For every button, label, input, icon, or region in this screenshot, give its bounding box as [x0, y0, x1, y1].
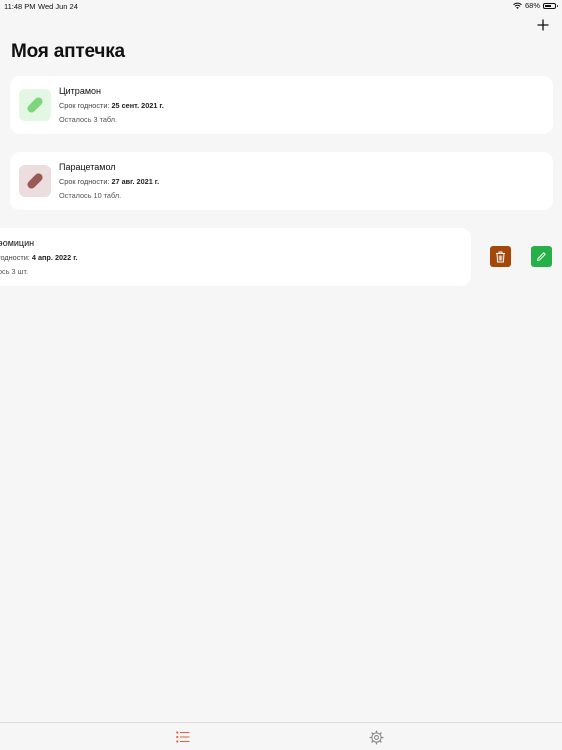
medicine-remaining: Осталось 3 табл.	[59, 115, 118, 124]
plus-icon	[537, 19, 549, 31]
status-date: Wed Jun 24	[38, 2, 78, 11]
page-title: Моя аптечка	[11, 41, 125, 62]
medicine-card-swiped[interactable]: эомицин годности: 4 апр. 2022 г. ось 3 ш…	[0, 228, 471, 286]
add-medicine-button[interactable]	[534, 16, 552, 34]
medicine-name: Парацетамол	[59, 162, 116, 172]
delete-button[interactable]	[490, 246, 511, 267]
battery-percent: 68%	[524, 1, 540, 10]
status-time: 11:48 PM	[4, 2, 36, 11]
pencil-icon	[536, 252, 546, 262]
pill-icon-badge	[19, 89, 51, 121]
medicine-card[interactable]: Парацетамол Срок годности: 27 авг. 2021 …	[10, 152, 553, 210]
expiry-value: 25 сент. 2021 г.	[111, 101, 164, 110]
wifi-icon	[513, 2, 522, 9]
pill-icon	[27, 97, 43, 113]
pill-icon	[27, 173, 43, 189]
edit-button[interactable]	[531, 246, 552, 267]
medicine-remaining: Осталось 10 табл.	[59, 191, 122, 200]
medicine-remaining: ось 3 шт.	[0, 267, 29, 276]
tab-list[interactable]	[175, 729, 191, 745]
medicine-expiry: Срок годности: 25 сент. 2021 г.	[59, 101, 164, 110]
expiry-value: 27 авг. 2021 г.	[111, 177, 160, 186]
medicine-expiry: годности: 4 апр. 2022 г.	[0, 253, 78, 262]
medicine-name: Цитрамон	[59, 86, 101, 96]
battery-fill	[545, 4, 552, 7]
medicine-name: эомицин	[0, 238, 35, 248]
tab-bar	[0, 722, 562, 750]
pill-icon-badge	[19, 165, 51, 197]
status-bar: 11:48 PM Wed Jun 24 68%	[0, 0, 562, 14]
medicine-card[interactable]: Цитрамон Срок годности: 25 сент. 2021 г.…	[10, 76, 553, 134]
trash-icon	[496, 251, 505, 262]
medicine-expiry: Срок годности: 27 авг. 2021 г.	[59, 177, 159, 186]
status-indicators: 68%	[513, 1, 558, 10]
expiry-label: годности:	[0, 253, 32, 262]
list-icon	[176, 731, 190, 743]
expiry-label: Срок годности:	[59, 101, 112, 110]
gear-icon	[368, 729, 384, 745]
tab-settings[interactable]	[368, 729, 384, 745]
expiry-value: 4 апр. 2022 г.	[31, 253, 78, 262]
expiry-label: Срок годности:	[59, 177, 112, 186]
battery-icon	[543, 2, 558, 9]
